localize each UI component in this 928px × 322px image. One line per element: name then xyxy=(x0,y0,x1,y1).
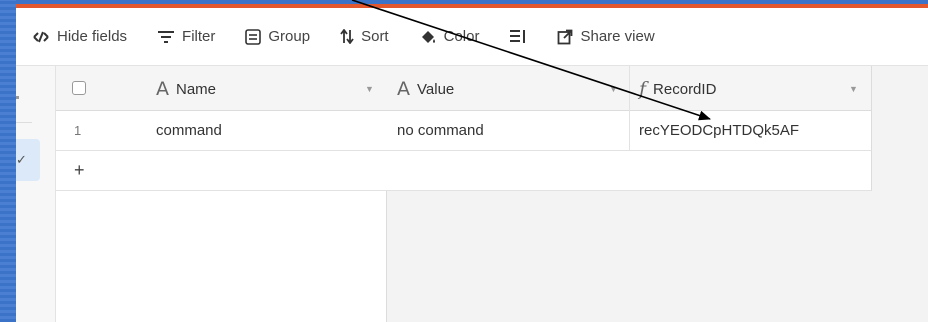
share-view-button[interactable]: Share view xyxy=(557,22,655,52)
base-view: Hide fields Filter Group Sort Color Shar… xyxy=(16,8,928,322)
grid-view: A Name ▼ 1 command + A Value ▼ f RecordI… xyxy=(56,66,928,322)
column-header-label: Name xyxy=(176,80,217,98)
frozen-pane: A Name ▼ 1 command + xyxy=(56,66,387,322)
chevron-down-icon[interactable]: ▼ xyxy=(849,84,858,94)
add-row-button[interactable]: + xyxy=(56,151,387,191)
sidebar-marker xyxy=(16,96,19,99)
column-header-label: Value xyxy=(417,80,455,98)
column-divider xyxy=(629,111,630,151)
left-sidebar-rail: ✓ xyxy=(16,66,56,322)
scrollable-pane: A Value ▼ f RecordID ▼ no command recYEO… xyxy=(387,66,928,322)
hide-fields-button[interactable]: Hide fields xyxy=(32,22,127,52)
header-row-left: A Name ▼ xyxy=(56,66,387,111)
text-type-icon: A xyxy=(397,78,410,100)
share-icon xyxy=(558,29,573,44)
group-button[interactable]: Group xyxy=(245,22,310,52)
sidebar-divider xyxy=(16,122,32,123)
row-number: 1 xyxy=(74,123,82,138)
group-icon xyxy=(245,28,262,45)
row-height-button[interactable] xyxy=(509,22,527,52)
color-button[interactable]: Color xyxy=(419,22,480,52)
add-row-cell[interactable] xyxy=(387,151,872,191)
paint-bucket-icon xyxy=(421,30,435,43)
column-header-name[interactable]: A Name xyxy=(156,78,216,100)
color-label: Color xyxy=(443,28,480,45)
view-toolbar: Hide fields Filter Group Sort Color Shar… xyxy=(16,8,928,66)
chevron-down-icon[interactable]: ▼ xyxy=(365,84,374,94)
filter-button[interactable]: Filter xyxy=(157,22,215,52)
column-header-label: RecordID xyxy=(653,80,717,98)
table-row[interactable]: 1 command xyxy=(56,111,387,151)
formula-type-icon: f xyxy=(639,78,647,100)
header-row-right: A Value ▼ f RecordID ▼ xyxy=(387,66,872,111)
cell-value[interactable]: no command xyxy=(397,122,484,139)
plus-icon: + xyxy=(74,160,85,180)
cell-recordid[interactable]: recYEODCpHTDQk5AF xyxy=(639,122,799,139)
column-header-value[interactable]: A Value xyxy=(397,78,454,100)
chevron-down-icon[interactable]: ▼ xyxy=(609,84,618,94)
column-divider xyxy=(629,66,630,111)
sort-button[interactable]: Sort xyxy=(340,22,389,52)
filter-label: Filter xyxy=(182,28,216,45)
text-type-icon: A xyxy=(156,78,169,100)
select-all-checkbox[interactable] xyxy=(72,81,86,95)
share-view-label: Share view xyxy=(580,28,655,45)
filter-icon xyxy=(158,30,175,43)
screenshot-background-left xyxy=(0,0,16,322)
hide-fields-label: Hide fields xyxy=(57,28,128,45)
cell-name[interactable]: command xyxy=(156,122,222,139)
sort-label: Sort xyxy=(361,28,389,45)
row-height-icon xyxy=(510,30,526,43)
hide-fields-icon xyxy=(33,31,49,42)
table-row[interactable]: no command recYEODCpHTDQk5AF xyxy=(387,111,872,151)
check-icon: ✓ xyxy=(16,152,27,167)
group-label: Group xyxy=(268,28,311,45)
column-header-recordid[interactable]: f RecordID xyxy=(639,78,716,100)
sort-icon xyxy=(340,29,354,44)
